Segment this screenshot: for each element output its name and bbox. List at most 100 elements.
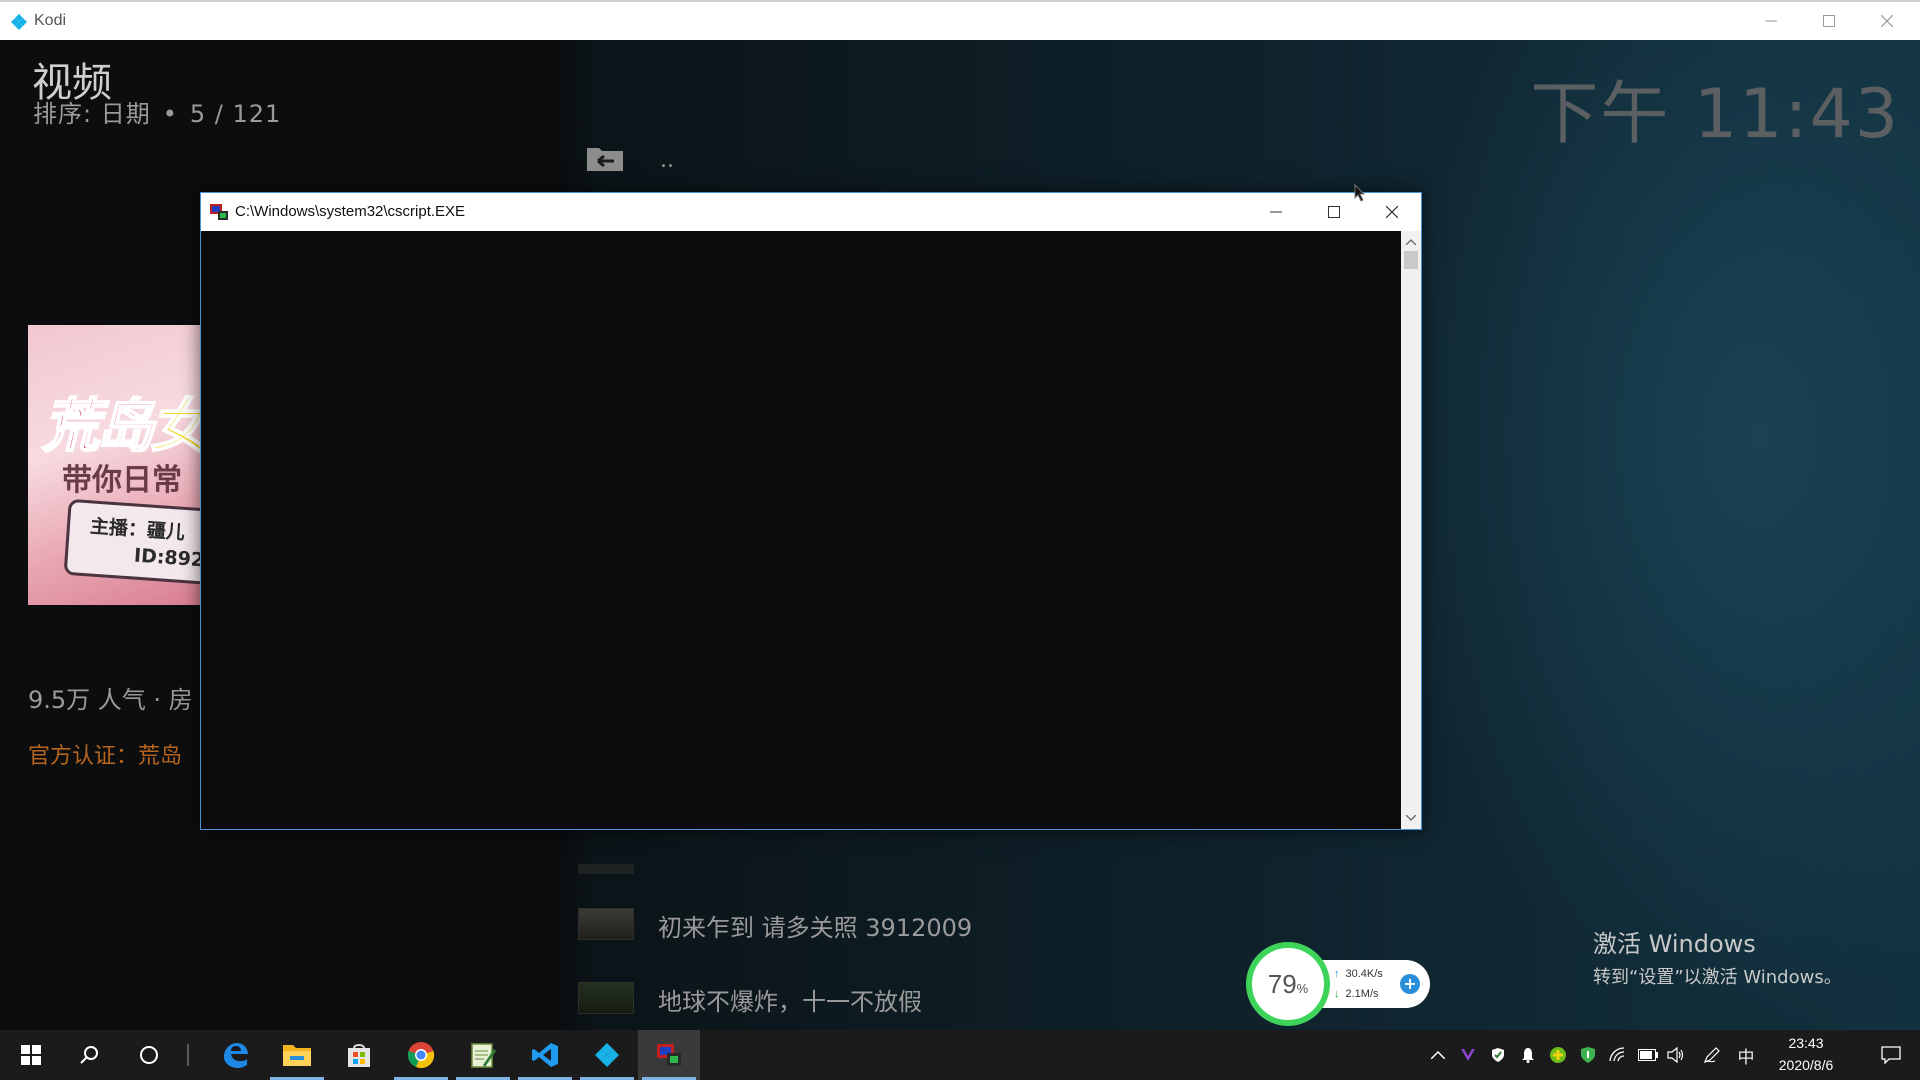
tray-battery[interactable] [1636, 1030, 1660, 1080]
kodi-clock: 下午 11:43 [1530, 75, 1900, 154]
memory-usage-ring: 79% [1246, 942, 1330, 1026]
tray-shield[interactable] [1576, 1030, 1600, 1080]
store-icon [348, 1044, 370, 1067]
wifi-icon [1609, 1047, 1625, 1062]
scroll-down-button[interactable] [1401, 809, 1421, 827]
file-explorer-icon [283, 1045, 311, 1066]
tray-notifications[interactable] [1516, 1030, 1540, 1080]
notepad-icon [471, 1043, 496, 1068]
kodi-logo-icon [11, 14, 27, 30]
memory-usage-percent: 79% [1267, 968, 1309, 999]
taskbar-app-store[interactable] [328, 1030, 390, 1080]
show-hidden-icons-button[interactable] [1426, 1030, 1450, 1080]
chevron-up-icon [1431, 1051, 1445, 1059]
tray-clock-time[interactable]: 23:43 [1766, 1035, 1846, 1051]
sort-label: 排序: 日期 [33, 100, 151, 128]
chrome-icon [407, 1042, 435, 1069]
thumbnail-subtitle: 带你日常 [62, 463, 182, 498]
scrollbar-thumb[interactable] [1404, 251, 1418, 269]
console-minimize-button[interactable] [1247, 193, 1305, 231]
cortana-button[interactable] [118, 1030, 180, 1080]
console-scrollbar[interactable] [1401, 231, 1421, 829]
network-speed-widget[interactable]: 79% ↑ 30.4K/s ↓ 2.1M/s + [1246, 942, 1430, 1026]
list-item-label: 地球不爆炸，十一不放假 [658, 988, 922, 1016]
shield-icon [1581, 1047, 1595, 1063]
kodi-titlebar: Kodi [0, 0, 1920, 40]
cortana-icon [140, 1046, 158, 1064]
defender-shield-icon [1492, 1048, 1504, 1062]
minimize-icon [1765, 20, 1777, 22]
item-position: 5 / 121 [189, 100, 282, 128]
cscript-icon [657, 1044, 681, 1066]
console-window[interactable]: C:\Windows\system32\cscript.EXE [200, 192, 1422, 830]
separator-dot: • [162, 100, 178, 128]
notification-center-icon [1881, 1046, 1901, 1064]
sort-info: 排序: 日期 • 5 / 121 [33, 94, 281, 129]
thumbnail-host: 主播：疆儿 [89, 515, 186, 544]
tray-security[interactable] [1486, 1030, 1510, 1080]
maximize-icon [1823, 15, 1835, 27]
list-item[interactable]: 初来乍到 请多关照 3912009 [576, 894, 1276, 954]
v-app-icon [1461, 1049, 1475, 1061]
scroll-up-button[interactable] [1401, 233, 1421, 251]
minimize-icon [1270, 211, 1282, 213]
mouse-cursor-icon [1354, 184, 1366, 202]
maximize-icon [1328, 206, 1340, 218]
taskbar-app-file-explorer[interactable] [266, 1030, 328, 1080]
tray-360[interactable] [1546, 1030, 1570, 1080]
tray-vpn[interactable] [1456, 1030, 1480, 1080]
list-item-thumbnail [578, 982, 634, 1014]
kodi-window-title: Kodi [34, 12, 67, 29]
watermark-title: 激活 Windows [1593, 930, 1756, 958]
tray-wifi[interactable] [1606, 1030, 1630, 1080]
kodi-maximize-button[interactable] [1800, 2, 1858, 40]
list-item-label: 初来乍到 请多关照 3912009 [658, 914, 973, 942]
taskbar-app-cscript[interactable] [638, 1030, 700, 1080]
activate-windows-watermark: 激活 Windows 转到“设置”以激活 Windows。 [1593, 924, 1842, 989]
tray-pen[interactable] [1700, 1030, 1724, 1080]
thumbnail-host-badge: 主播：疆儿 ID:8929 [63, 498, 204, 588]
pen-icon [1703, 1047, 1720, 1064]
console-close-button[interactable] [1363, 193, 1421, 231]
video-thumbnail: 荒岛女 带你日常 主播：疆儿 ID:8929 [28, 325, 204, 605]
console-title: C:\Windows\system32\cscript.EXE [235, 203, 466, 220]
background-glow [1380, 40, 1920, 1030]
search-button[interactable] [58, 1030, 120, 1080]
taskbar-app-chrome[interactable] [390, 1030, 452, 1080]
bell-icon [1522, 1048, 1534, 1063]
input-method-indicator[interactable]: 中 [1732, 1030, 1760, 1080]
download-speed: ↓ 2.1M/s [1334, 988, 1379, 1000]
windows-logo-icon [21, 1045, 41, 1065]
close-icon [1386, 206, 1398, 218]
list-row-thumbnail-partial [578, 864, 634, 874]
popularity-text: 9.5万 人气 · 房 [28, 686, 193, 714]
search-icon [80, 1046, 98, 1064]
taskbar-app-notepad[interactable] [452, 1030, 514, 1080]
folder-back-icon [587, 148, 623, 171]
action-center-button[interactable] [1866, 1030, 1916, 1080]
certification-text: 官方认证：荒岛 [28, 744, 183, 769]
arrow-up-icon: ↑ [1334, 968, 1340, 980]
tray-volume[interactable] [1664, 1030, 1688, 1080]
vscode-icon [532, 1043, 558, 1067]
plus-circle-icon [1550, 1047, 1566, 1063]
chevron-up-icon [1406, 239, 1416, 245]
cscript-icon [210, 204, 228, 220]
console-titlebar[interactable]: C:\Windows\system32\cscript.EXE [201, 193, 1421, 231]
start-button[interactable] [0, 1030, 62, 1080]
console-output-area[interactable] [201, 231, 1401, 829]
list-item[interactable]: 地球不爆炸，十一不放假 [576, 968, 1276, 1028]
parent-folder-label: .. [660, 148, 674, 173]
taskbar-app-edge[interactable] [204, 1030, 266, 1080]
kodi-close-button[interactable] [1858, 2, 1916, 40]
chevron-down-icon [1406, 815, 1416, 821]
thumbnail-title: 荒岛女 [41, 391, 204, 461]
accelerate-plus-icon[interactable]: + [1400, 974, 1420, 994]
taskbar-app-vscode[interactable] [514, 1030, 576, 1080]
parent-folder-item[interactable]: .. [580, 132, 880, 192]
tray-clock-date[interactable]: 2020/8/6 [1766, 1057, 1846, 1073]
list-item-thumbnail [578, 908, 634, 940]
taskbar-app-kodi[interactable] [576, 1030, 638, 1080]
taskbar: 中 23:43 2020/8/6 [0, 1030, 1920, 1080]
kodi-minimize-button[interactable] [1742, 2, 1800, 40]
